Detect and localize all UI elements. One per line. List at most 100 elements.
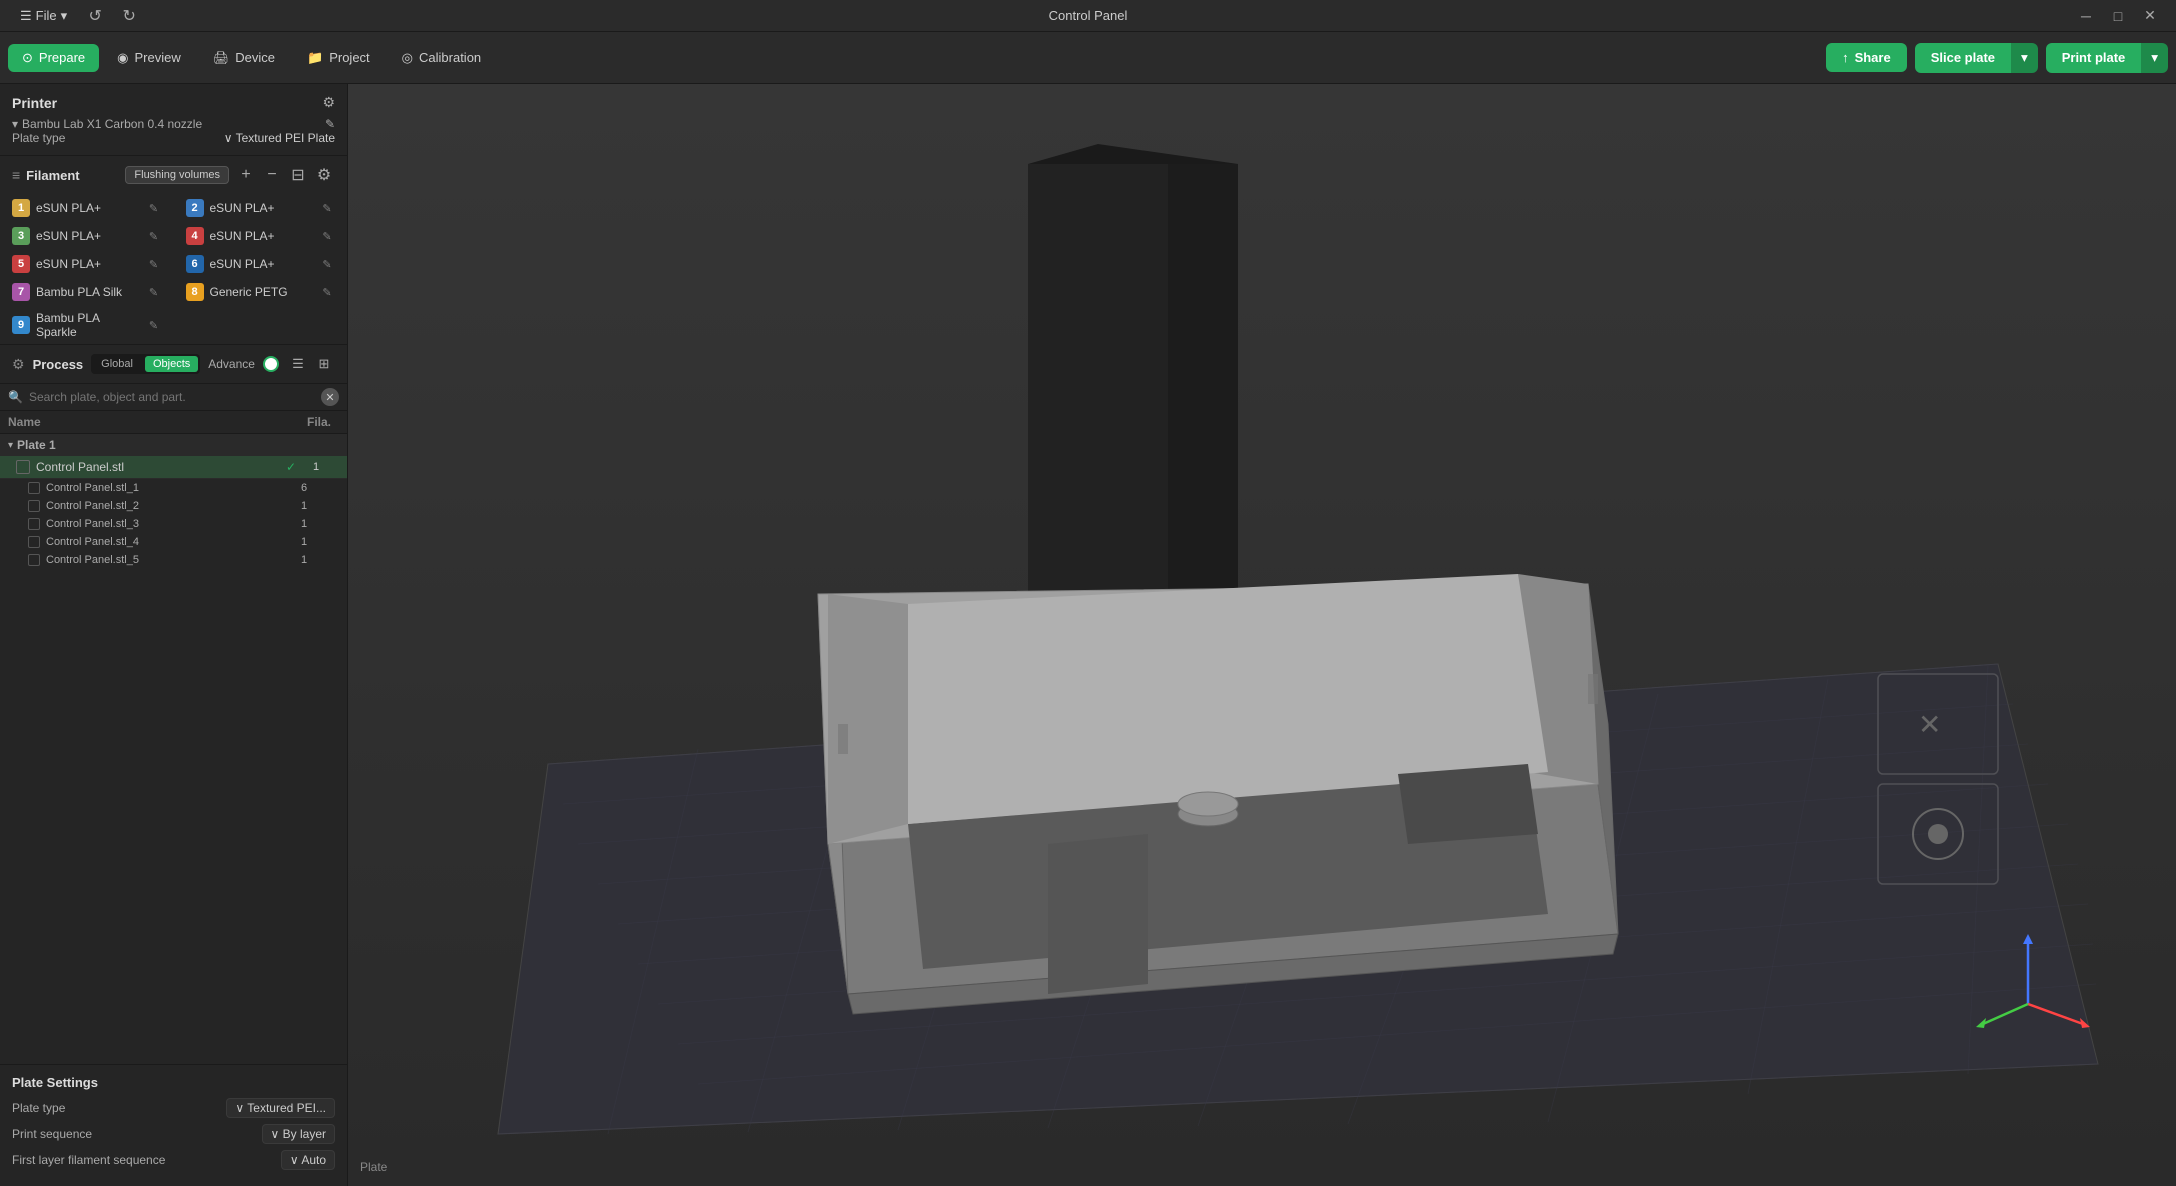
titlebar-left: ☰ File ▾ ↺ ↻ — [12, 2, 143, 30]
close-button[interactable]: ✕ — [2136, 6, 2164, 26]
flushing-volumes-button[interactable]: Flushing volumes — [125, 166, 229, 184]
print-label: Print plate — [2062, 50, 2126, 65]
main-layout: Printer ⚙ ▾ Bambu Lab X1 Carbon 0.4 nozz… — [0, 84, 2176, 1186]
plate-settings: Plate Settings Plate type ∨ Textured PEI… — [0, 1064, 347, 1186]
tab-project[interactable]: 📁 Project — [293, 44, 384, 72]
filament-edit-icon-1[interactable]: ✎ — [146, 200, 162, 216]
advance-label: Advance — [208, 357, 255, 371]
printer-settings-button[interactable]: ⚙ — [322, 94, 335, 111]
filament-item-1[interactable]: 1 eSUN PLA+ ✎ — [0, 194, 174, 222]
file-button[interactable]: ☰ File ▾ — [12, 6, 75, 26]
print-group: Print plate ▾ — [2046, 43, 2168, 73]
setting-plate-type-value[interactable]: ∨ Textured PEI... — [226, 1098, 335, 1118]
tab-device[interactable]: 🖨 Device — [199, 44, 289, 72]
process-title: Process — [33, 357, 84, 372]
filament-edit-icon-5[interactable]: ✎ — [146, 256, 162, 272]
filament-number-2: 2 — [186, 199, 204, 217]
filament-item-3[interactable]: 3 eSUN PLA+ ✎ — [0, 222, 174, 250]
filament-edit-icon-8[interactable]: ✎ — [319, 284, 335, 300]
filament-item-8[interactable]: 8 Generic PETG ✎ — [174, 278, 348, 306]
filament-item-9[interactable]: 9 Bambu PLA Sparkle ✎ — [0, 306, 174, 344]
print-dropdown-button[interactable]: ▾ — [2141, 43, 2168, 73]
setting-first-layer: First layer filament sequence ∨ Auto — [12, 1150, 335, 1170]
subitem-4-fila: 1 — [289, 536, 319, 548]
redo-button[interactable]: ↻ — [115, 2, 143, 30]
preview-label: Preview — [135, 50, 181, 65]
file-chevron-icon: ▾ — [61, 8, 68, 24]
filament-item-2[interactable]: 2 eSUN PLA+ ✎ — [174, 194, 348, 222]
search-icon: 🔍 — [8, 390, 23, 404]
tree-subitem-1[interactable]: Control Panel.stl_1 6 — [0, 479, 347, 497]
search-input[interactable] — [29, 390, 315, 404]
filament-item-6[interactable]: 6 eSUN PLA+ ✎ — [174, 250, 348, 278]
subitem-2-name: Control Panel.stl_2 — [46, 500, 289, 512]
remove-filament-button[interactable]: − — [261, 164, 283, 186]
scene: Textured PEI Plate ✕ — [348, 84, 2176, 1186]
filament-edit-icon-7[interactable]: ✎ — [146, 284, 162, 300]
filament-section: ≡ Filament Flushing volumes + − ⊟ ⚙ 1 eS… — [0, 156, 347, 345]
setting-first-layer-label: First layer filament sequence — [12, 1153, 281, 1167]
search-clear-button[interactable]: ✕ — [321, 388, 339, 406]
filament-item-5[interactable]: 5 eSUN PLA+ ✎ — [0, 250, 174, 278]
filament-name-7: Bambu PLA Silk — [36, 285, 140, 299]
tree-subitem-3[interactable]: Control Panel.stl_3 1 — [0, 515, 347, 533]
filament-header: ≡ Filament Flushing volumes + − ⊟ ⚙ — [0, 156, 347, 194]
toggle-objects[interactable]: Objects — [145, 356, 198, 372]
tree-subitem-2[interactable]: Control Panel.stl_2 1 — [0, 497, 347, 515]
tab-prepare[interactable]: ⊙ Prepare — [8, 44, 99, 72]
add-filament-button[interactable]: + — [235, 164, 257, 186]
toggle-global[interactable]: Global — [93, 356, 141, 372]
filament-settings-button[interactable]: ⚙ — [313, 164, 335, 186]
filament-name-3: eSUN PLA+ — [36, 229, 140, 243]
printer-label: Printer — [12, 95, 57, 111]
filament-edit-icon-9[interactable]: ✎ — [146, 317, 162, 333]
filament-icon: ≡ — [12, 167, 20, 183]
undo-button[interactable]: ↺ — [81, 2, 109, 30]
slice-dropdown-button[interactable]: ▾ — [2011, 43, 2038, 73]
filament-controls: + − ⊟ ⚙ — [235, 164, 335, 186]
maximize-button[interactable]: □ — [2104, 6, 2132, 26]
plate-name: Plate 1 — [17, 438, 56, 452]
filament-edit-icon-6[interactable]: ✎ — [319, 256, 335, 272]
filament-edit-icon-4[interactable]: ✎ — [319, 228, 335, 244]
minimize-button[interactable]: ─ — [2072, 6, 2100, 26]
filament-number-9: 9 — [12, 316, 30, 334]
toolbar: ⊙ Prepare ◉ Preview 🖨 Device 📁 Project ◎… — [0, 32, 2176, 84]
share-button[interactable]: ↑ Share — [1826, 43, 1907, 72]
file-icon: ☰ — [20, 8, 32, 24]
setting-first-layer-value[interactable]: ∨ Auto — [281, 1150, 335, 1170]
viewport[interactable]: ⬚ ⊞ ⟲ ⊟ ☐ ◉ ⊗ ≡ ⊙ ◈ ○ ⊡ ◫ ⊠ ◧ ◩ ⊛ — [348, 84, 2176, 1186]
scene-svg: Textured PEI Plate ✕ — [348, 84, 2176, 1186]
slice-button[interactable]: Slice plate — [1915, 43, 2011, 73]
setting-plate-type: Plate type ∨ Textured PEI... — [12, 1098, 335, 1118]
process-grid-button[interactable]: ⊞ — [313, 353, 335, 375]
setting-print-sequence-value[interactable]: ∨ By layer — [262, 1124, 335, 1144]
filament-item-4[interactable]: 4 eSUN PLA+ ✎ — [174, 222, 348, 250]
subitem-1-fila: 6 — [289, 482, 319, 494]
tab-preview[interactable]: ◉ Preview — [103, 44, 195, 72]
advance-toggle[interactable] — [263, 356, 279, 372]
setting-plate-type-label: Plate type — [12, 1101, 226, 1115]
printer-edit-button[interactable]: ✎ — [325, 117, 335, 131]
preview-icon: ◉ — [117, 50, 128, 66]
print-button[interactable]: Print plate — [2046, 43, 2142, 73]
subitem-5-icon — [28, 554, 40, 566]
filament-edit-icon-3[interactable]: ✎ — [146, 228, 162, 244]
root-item-fila: 1 — [301, 461, 331, 473]
filament-name-9: Bambu PLA Sparkle — [36, 311, 140, 339]
process-list-button[interactable]: ☰ — [287, 353, 309, 375]
tree-subitem-5[interactable]: Control Panel.stl_5 1 — [0, 551, 347, 569]
svg-text:✕: ✕ — [1918, 709, 1941, 740]
share-icon: ↑ — [1842, 50, 1849, 65]
tree-subitem-4[interactable]: Control Panel.stl_4 1 — [0, 533, 347, 551]
root-item-check: ✓ — [281, 460, 301, 474]
setting-print-sequence: Print sequence ∨ By layer — [12, 1124, 335, 1144]
filament-edit-icon-2[interactable]: ✎ — [319, 200, 335, 216]
tab-calibration[interactable]: ◎ Calibration — [388, 44, 496, 72]
filament-presets-button[interactable]: ⊟ — [287, 164, 309, 186]
subitem-3-fila: 1 — [289, 518, 319, 530]
tree-root-item[interactable]: Control Panel.stl ✓ 1 — [0, 456, 347, 479]
object-tree: 🔍 ✕ Name Fila. ▾ Plate 1 Control Panel.s… — [0, 384, 347, 1064]
slice-label: Slice plate — [1931, 50, 1995, 65]
filament-item-7[interactable]: 7 Bambu PLA Silk ✎ — [0, 278, 174, 306]
